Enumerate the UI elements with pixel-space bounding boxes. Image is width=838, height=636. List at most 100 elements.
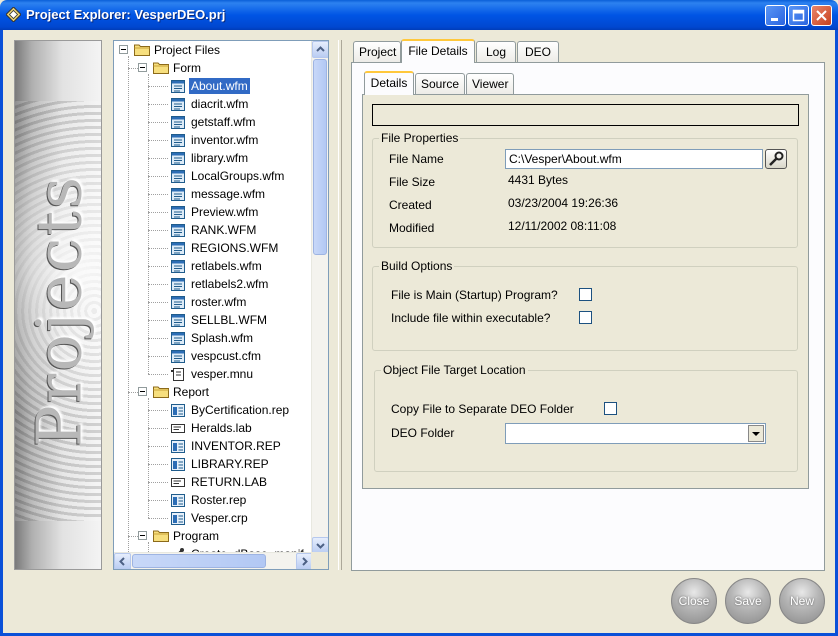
tree-connector <box>148 284 168 285</box>
tree-file-item[interactable]: RETURN.LAB <box>114 474 313 492</box>
tree-file-item[interactable]: LocalGroups.wfm <box>114 168 313 186</box>
app-diamond-icon[interactable] <box>6 7 21 22</box>
scroll-left-button[interactable] <box>114 553 131 569</box>
tree-file-item[interactable]: vespcust.cfm <box>114 348 313 366</box>
include-executable-checkbox[interactable] <box>579 311 592 324</box>
tree-file-label: message.wfm <box>191 187 266 201</box>
tree-root-node[interactable]: Project Files <box>114 42 313 60</box>
tree-connector <box>148 428 168 429</box>
tab-log[interactable]: Log <box>476 41 516 63</box>
tree-file-item[interactable]: inventor.wfm <box>114 132 313 150</box>
chevron-down-icon <box>316 543 325 549</box>
tree-file-item[interactable]: Vesper.crp <box>114 510 313 528</box>
tree-file-item[interactable]: retlabels.wfm <box>114 258 313 276</box>
rep-file-icon <box>170 493 186 508</box>
tree-file-item[interactable]: message.wfm <box>114 186 313 204</box>
tree-connector <box>148 410 168 411</box>
tree-horizontal-scrollbar[interactable] <box>114 552 313 569</box>
tree-connector <box>148 104 168 105</box>
dropdown-arrow-icon <box>752 432 760 436</box>
tree-file-label: RETURN.LAB <box>191 475 268 489</box>
new-button[interactable]: New <box>779 578 825 624</box>
vertical-scroll-thumb[interactable] <box>313 59 327 255</box>
main-program-label: File is Main (Startup) Program? <box>391 288 558 302</box>
tree-file-item[interactable]: REGIONS.WFM <box>114 240 313 258</box>
horizontal-scroll-thumb[interactable] <box>132 554 266 568</box>
tree-connector <box>148 194 168 195</box>
deo-folder-dropdown-button[interactable] <box>748 425 764 442</box>
collapse-toggle-icon[interactable] <box>138 531 147 540</box>
tree-file-item[interactable]: vesper.mnu <box>114 366 313 384</box>
tree-connector <box>128 392 138 393</box>
tree-connector <box>148 518 168 519</box>
collapse-toggle-icon[interactable] <box>119 45 128 54</box>
tab-viewer[interactable]: Viewer <box>466 73 514 95</box>
tree-file-item[interactable]: INVENTOR.REP <box>114 438 313 456</box>
tree-file-item[interactable]: roster.wfm <box>114 294 313 312</box>
file-name-field[interactable]: C:\Vesper\About.wfm <box>505 149 763 169</box>
close-window-button[interactable] <box>811 5 832 26</box>
save-button[interactable]: Save <box>725 578 771 624</box>
tree-file-item[interactable]: library.wfm <box>114 150 313 168</box>
scroll-up-button[interactable] <box>312 41 328 58</box>
tree-file-item[interactable]: Roster.rep <box>114 492 313 510</box>
chevron-right-icon <box>302 557 308 566</box>
tree-folder-report-node[interactable]: Report <box>114 384 313 402</box>
tree-file-item[interactable]: getstaff.wfm <box>114 114 313 132</box>
tree-file-label: LIBRARY.REP <box>191 457 269 471</box>
tree-file-label: getstaff.wfm <box>191 115 256 129</box>
maximize-button[interactable] <box>788 5 809 26</box>
tree-file-item[interactable]: RANK.WFM <box>114 222 313 240</box>
tree-file-item[interactable]: LIBRARY.REP <box>114 456 313 474</box>
tree-file-item[interactable]: Heralds.lab <box>114 420 313 438</box>
tree-root-label: Project Files <box>154 43 221 57</box>
form-file-icon <box>170 115 186 130</box>
project-tree[interactable]: Project Files Form About.wfm diacrit.wfm get… <box>113 40 329 570</box>
deo-folder-select[interactable] <box>505 423 766 444</box>
tree-file-item[interactable]: diacrit.wfm <box>114 96 313 114</box>
collapse-toggle-icon[interactable] <box>138 63 147 72</box>
tree-folder-program-node[interactable]: Program <box>114 528 313 546</box>
folder-icon <box>153 61 169 74</box>
main-program-checkbox[interactable] <box>579 288 592 301</box>
tree-vertical-scrollbar[interactable] <box>311 41 328 554</box>
tab-details[interactable]: Details <box>364 71 414 95</box>
tree-connector <box>148 176 168 177</box>
file-properties-title: File Properties <box>379 131 461 145</box>
tree-file-label: REGIONS.WFM <box>191 241 279 255</box>
tab-deo[interactable]: DEO <box>517 41 559 63</box>
wrench-icon <box>769 151 784 166</box>
tree-folder-form-node[interactable]: Form <box>114 60 313 78</box>
lab-file-icon <box>170 421 186 436</box>
tree-file-item[interactable]: Preview.wfm <box>114 204 313 222</box>
tab-project[interactable]: Project <box>353 41 401 63</box>
file-path-display <box>372 104 799 126</box>
tree-file-item[interactable]: ByCertification.rep <box>114 402 313 420</box>
minimize-button[interactable] <box>765 5 786 26</box>
pane-splitter[interactable] <box>338 40 342 570</box>
browse-file-button[interactable] <box>765 149 787 169</box>
tree-file-item[interactable]: Splash.wfm <box>114 330 313 348</box>
build-options-title: Build Options <box>379 259 455 273</box>
title-bar: Project Explorer: VesperDEO.prj <box>0 0 838 30</box>
file-size-value: 4431 Bytes <box>508 173 569 187</box>
collapse-toggle-icon[interactable] <box>138 387 147 396</box>
form-file-icon <box>170 223 186 238</box>
tree-file-item[interactable]: SELLBL.WFM <box>114 312 313 330</box>
deo-folder-label: DEO Folder <box>391 426 455 440</box>
tree-connector <box>148 248 168 249</box>
close-icon <box>816 10 827 21</box>
tree-connector <box>148 266 168 267</box>
form-file-icon <box>170 133 186 148</box>
rep-file-icon <box>170 439 186 454</box>
tree-folder-report-label: Report <box>173 385 210 399</box>
copy-deo-checkbox[interactable] <box>604 402 617 415</box>
tree-file-label: vesper.mnu <box>191 367 254 381</box>
tree-file-label: library.wfm <box>191 151 249 165</box>
tab-file-details[interactable]: File Details <box>401 39 475 63</box>
tree-file-item[interactable]: retlabels2.wfm <box>114 276 313 294</box>
tree-file-selected[interactable]: About.wfm <box>114 77 313 96</box>
tree-file-label: ByCertification.rep <box>191 403 290 417</box>
tab-source[interactable]: Source <box>415 73 465 95</box>
close-button[interactable]: Close <box>671 578 717 624</box>
